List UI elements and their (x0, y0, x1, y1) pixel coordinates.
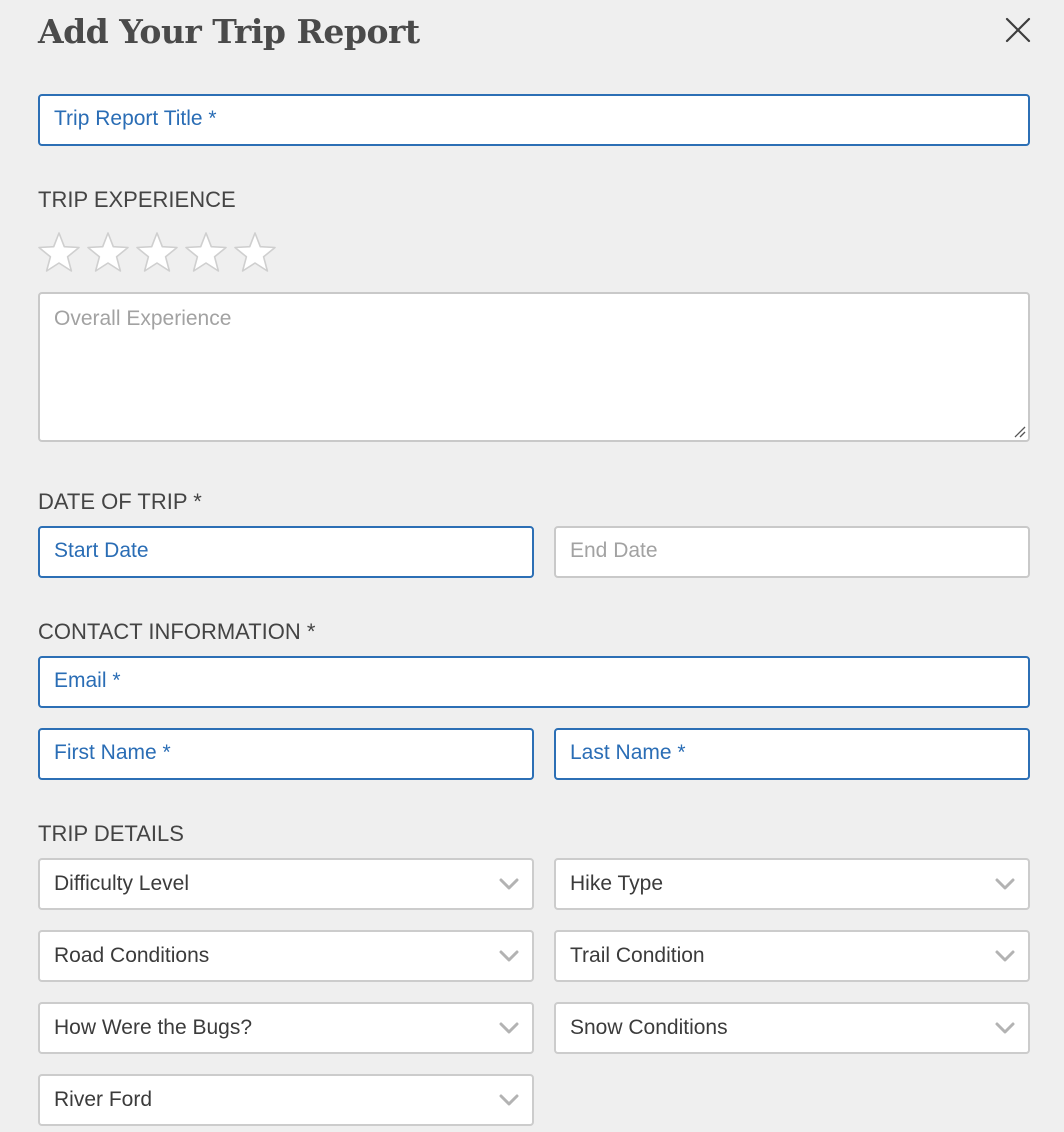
river-ford-value: River Ford (54, 1088, 153, 1111)
trip-details-label: TRIP DETAILS (38, 821, 184, 846)
trip-experience-label: TRIP EXPERIENCE (38, 187, 236, 212)
chevron-down-icon (498, 1019, 520, 1037)
last-name-input[interactable]: Last Name * (554, 728, 1030, 780)
snow-conditions-select[interactable]: Snow Conditions (554, 1002, 1030, 1054)
first-name-input[interactable]: First Name * (38, 728, 534, 780)
first-name-placeholder: First Name * (54, 741, 171, 764)
star-5-icon[interactable] (232, 230, 281, 276)
difficulty-level-value: Difficulty Level (54, 872, 190, 895)
chevron-down-icon (498, 1091, 520, 1109)
hike-type-select[interactable]: Hike Type (554, 858, 1030, 910)
chevron-down-icon (498, 947, 520, 965)
trip-report-title-placeholder: Trip Report Title * (54, 107, 217, 130)
river-ford-select[interactable]: River Ford (38, 1074, 534, 1126)
bugs-select[interactable]: How Were the Bugs? (38, 1002, 534, 1054)
road-conditions-value: Road Conditions (54, 944, 210, 967)
chevron-down-icon (994, 947, 1016, 965)
chevron-down-icon (498, 875, 520, 893)
resize-grip-icon[interactable] (1012, 424, 1026, 438)
email-placeholder: Email * (54, 669, 121, 692)
last-name-placeholder: Last Name * (570, 741, 686, 764)
close-icon (1005, 17, 1031, 43)
hike-type-value: Hike Type (570, 872, 663, 895)
start-date-placeholder: Start Date (54, 539, 149, 562)
star-3-icon[interactable] (134, 230, 183, 276)
road-conditions-select[interactable]: Road Conditions (38, 930, 534, 982)
chevron-down-icon (994, 875, 1016, 893)
page-title: Add Your Trip Report (38, 12, 420, 51)
start-date-input[interactable]: Start Date (38, 526, 534, 578)
close-button[interactable] (1000, 12, 1036, 48)
star-2-icon[interactable] (85, 230, 134, 276)
email-input[interactable]: Email * (38, 656, 1030, 708)
star-4-icon[interactable] (183, 230, 232, 276)
bugs-value: How Were the Bugs? (54, 1016, 253, 1039)
date-of-trip-label: DATE OF TRIP * (38, 489, 202, 514)
chevron-down-icon (994, 1019, 1016, 1037)
end-date-input[interactable]: End Date (554, 526, 1030, 578)
contact-information-label: CONTACT INFORMATION * (38, 619, 316, 644)
snow-conditions-value: Snow Conditions (570, 1016, 728, 1039)
end-date-placeholder: End Date (570, 539, 658, 562)
trip-report-title-input[interactable]: Trip Report Title * (38, 94, 1030, 146)
trail-condition-select[interactable]: Trail Condition (554, 930, 1030, 982)
star-1-icon[interactable] (36, 230, 85, 276)
overall-experience-placeholder: Overall Experience (54, 307, 232, 330)
difficulty-level-select[interactable]: Difficulty Level (38, 858, 534, 910)
trail-condition-value: Trail Condition (570, 944, 705, 967)
star-rating[interactable] (36, 230, 281, 276)
overall-experience-textarea[interactable]: Overall Experience (38, 292, 1030, 442)
